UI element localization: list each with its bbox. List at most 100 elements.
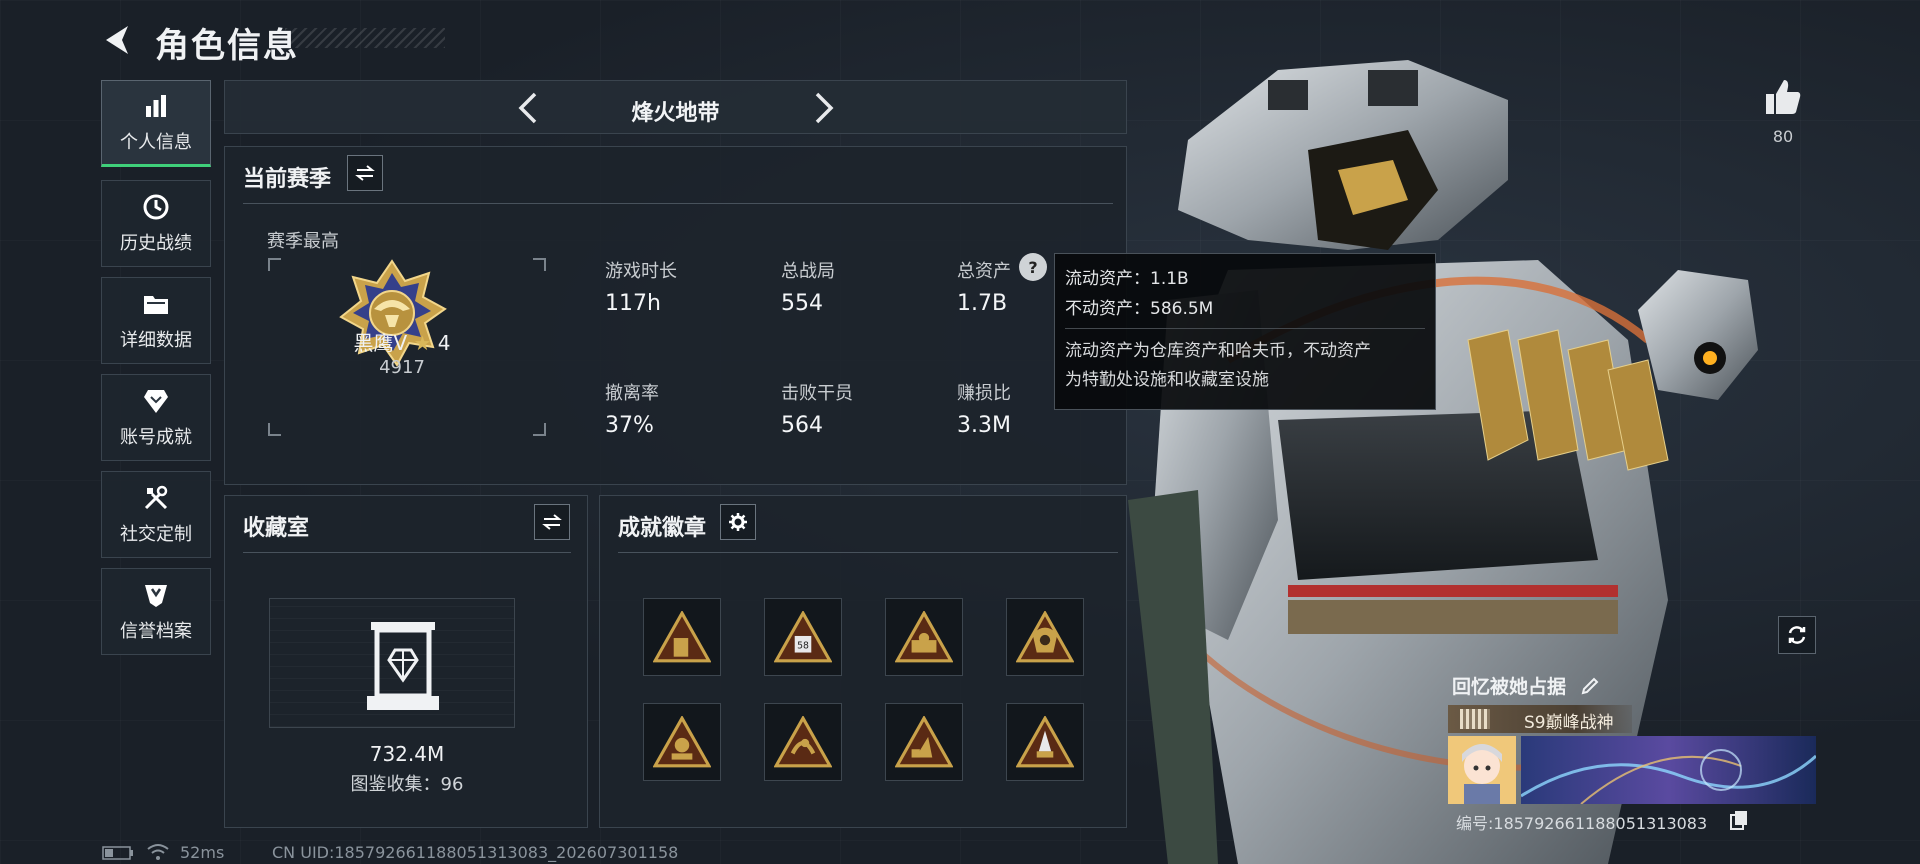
avatar[interactable] [1448, 736, 1516, 804]
rank-score: 4917 [379, 357, 425, 378]
stat-label: 赚损比 [957, 383, 1011, 404]
rank-stars: 4 [437, 331, 451, 355]
rank-name-row: 黑鹰Ⅴ ★ 4 [287, 327, 517, 356]
badge-slot[interactable] [764, 703, 842, 781]
sidebar-item-achievements[interactable]: 账号成就 [101, 374, 211, 461]
badge-slot[interactable] [1006, 598, 1084, 676]
copy-icon[interactable] [1730, 810, 1748, 830]
badge-slot[interactable] [643, 598, 721, 676]
shield-icon [145, 584, 167, 607]
sidebar-item-history[interactable]: 历史战绩 [101, 180, 211, 267]
ping-text: 52ms [180, 843, 225, 862]
tooltip-description-line: 为特勤处设施和收藏室设施 [1065, 370, 1269, 390]
sidebar-item-label: 社交定制 [120, 523, 192, 545]
tooltip-description-line: 流动资产为仓库资产和哈夫币，不动资产 [1065, 341, 1371, 361]
season-best-label: 赛季最高 [267, 231, 339, 252]
name-card-banner[interactable] [1521, 736, 1816, 804]
badge-slot[interactable] [1006, 703, 1084, 781]
stat-label: 游戏时长 [605, 261, 677, 282]
badges-settings-button[interactable] [720, 504, 756, 540]
collection-divider [243, 552, 571, 553]
collection-switch-button[interactable] [534, 504, 570, 540]
banner-pattern [1460, 709, 1490, 729]
stat-label: 总资产 [957, 261, 1011, 282]
asset-help-button[interactable]: ? [1019, 253, 1047, 281]
thumbs-up-icon[interactable] [1764, 78, 1802, 116]
stat-value: 1.7B [957, 291, 1008, 316]
sidebar-item-label: 详细数据 [120, 329, 192, 351]
badge-slot[interactable] [885, 703, 963, 781]
sidebar-item-social[interactable]: 社交定制 [101, 471, 211, 558]
sidebar-item-label: 历史战绩 [120, 232, 192, 254]
season-title: 当前赛季 [243, 167, 332, 192]
badge-slot[interactable]: 58 [764, 598, 842, 676]
collection-title: 收藏室 [243, 516, 310, 541]
season-divider [243, 203, 1113, 204]
badge-slot[interactable] [643, 703, 721, 781]
sidebar-item-reputation[interactable]: 信誉档案 [101, 568, 211, 655]
collection-panel: 收藏室 732.4M 图鉴收集：96 [224, 495, 588, 828]
sidebar-item-label: 账号成就 [120, 426, 192, 448]
badge-icon-5 [653, 716, 711, 768]
sidebar-item-personal-info[interactable]: 个人信息 [101, 80, 211, 167]
title-decoration [285, 28, 445, 48]
badge-icon-1 [653, 611, 711, 663]
tooltip-divider [1065, 328, 1425, 329]
refresh-button[interactable] [1778, 616, 1816, 654]
bar-chart-icon [146, 94, 166, 117]
chevron-right-icon[interactable] [809, 91, 839, 125]
mode-selector: 烽火地带 [224, 80, 1127, 134]
star-icon: ★ [413, 331, 432, 355]
badge-icon-4 [1016, 611, 1074, 663]
page-title: 角色信息 [155, 26, 299, 66]
sidebar-item-details[interactable]: 详细数据 [101, 277, 211, 364]
svg-text:58: 58 [797, 640, 809, 651]
sidebar-item-label: 信誉档案 [120, 620, 192, 642]
wifi-icon [147, 844, 169, 860]
badge-icon-8 [1016, 716, 1074, 768]
uid-text: CN UID:1857926611880513130​83_2026073011… [272, 843, 679, 862]
edit-pencil-icon[interactable] [1580, 676, 1600, 696]
profile-card-title: 回忆被她占据 [1452, 676, 1567, 698]
swap-icon [542, 514, 562, 530]
vault-icon [367, 622, 439, 710]
badge-icon-7 [895, 716, 953, 768]
tooltip-fixed-assets: 不动资产：586.5M [1065, 299, 1214, 319]
badges-divider [618, 552, 1118, 553]
player-id: 编号:1857926611880513130​83 [1456, 814, 1708, 833]
sidebar-item-label: 个人信息 [120, 131, 192, 153]
season-title-banner: S9巅峰战神 [1448, 705, 1632, 733]
stat-value: 3.3M [957, 413, 1011, 438]
question-icon: ? [1028, 257, 1038, 277]
stat-label: 总战局 [781, 261, 835, 282]
achievement-icon [144, 389, 168, 413]
badges-title: 成就徽章 [618, 516, 707, 541]
season-switch-button[interactable] [347, 155, 383, 191]
battery-icon [102, 846, 133, 860]
refresh-icon [1788, 626, 1806, 644]
stat-label: 击败干员 [781, 383, 853, 404]
history-clock-icon [143, 194, 169, 219]
swap-icon [355, 165, 375, 181]
gear-icon [729, 513, 747, 531]
season-title-text: S9巅峰战神 [1524, 713, 1614, 733]
stat-label: 撤离率 [605, 383, 659, 404]
back-arrow-icon[interactable] [100, 22, 136, 58]
folder-icon [144, 295, 168, 314]
tools-icon [144, 485, 168, 509]
stat-value: 564 [781, 413, 823, 438]
badge-slot[interactable] [885, 598, 963, 676]
stat-value: 37% [605, 413, 654, 438]
stat-value: 117h [605, 291, 661, 316]
badge-icon-3 [895, 611, 953, 663]
badges-panel: 成就徽章 58 [599, 495, 1127, 828]
season-panel: 当前赛季 赛季最高 黑鹰Ⅴ ★ 4 4917 游戏时长 117h 总战局 554… [224, 146, 1127, 485]
badge-icon-6 [774, 716, 832, 768]
mode-name: 烽火地带 [631, 101, 720, 126]
stat-value: 554 [781, 291, 823, 316]
tooltip-liquid-assets: 流动资产：1.1B [1065, 269, 1189, 289]
collection-catalog: 图鉴收集：96 [350, 774, 464, 795]
asset-tooltip: 流动资产：1.1B 不动资产：586.5M 流动资产为仓库资产和哈夫币，不动资产… [1054, 253, 1436, 410]
rank-name: 黑鹰Ⅴ [353, 331, 408, 355]
badge-icon-2: 58 [774, 611, 832, 663]
